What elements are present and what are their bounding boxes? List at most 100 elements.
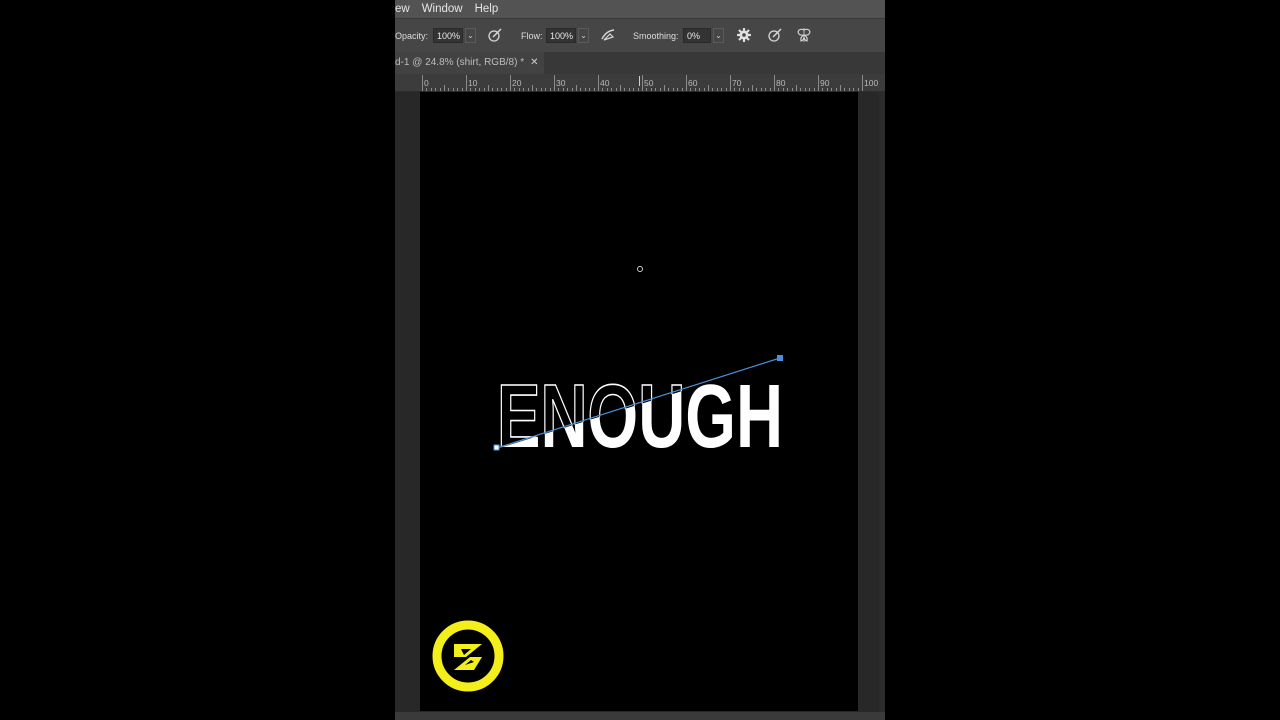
ruler-minor-tick	[840, 85, 841, 91]
ruler-minor-tick	[589, 88, 591, 91]
ruler-major-tick	[466, 75, 467, 91]
ruler-minor-tick	[527, 88, 529, 91]
ruler-minor-tick	[756, 88, 758, 91]
ruler-minor-tick	[857, 88, 859, 91]
ruler-minor-tick	[659, 88, 661, 91]
document-tab[interactable]: d-1 @ 24.8% (shirt, RGB/8) * ✕	[395, 52, 545, 74]
anchor-point-end[interactable]	[777, 355, 783, 361]
ruler-minor-tick	[624, 88, 626, 91]
ruler-major-tick	[818, 75, 819, 91]
ruler-minor-tick	[501, 88, 503, 91]
ruler-minor-tick	[562, 88, 564, 91]
pressure-size-icon[interactable]	[767, 27, 783, 43]
ruler-minor-tick	[540, 88, 542, 91]
flow-label: Flow:	[521, 31, 543, 41]
ruler-minor-tick	[505, 88, 507, 91]
ruler-tick-label: 10	[468, 78, 478, 88]
ruler-minor-tick	[444, 85, 445, 91]
ruler-minor-tick	[523, 88, 525, 91]
ruler-minor-tick	[461, 88, 463, 91]
options-bar: Opacity: 100% ⌄ Flow: 100% ⌄ Smoothing: …	[395, 18, 885, 53]
ruler-minor-tick	[796, 85, 797, 91]
ruler-minor-tick	[699, 88, 701, 91]
ruler-minor-tick	[426, 88, 428, 91]
ruler-minor-tick	[488, 85, 489, 91]
gear-icon[interactable]	[736, 27, 752, 43]
ruler-minor-tick	[668, 88, 670, 91]
ruler-minor-tick	[492, 88, 494, 91]
flow-field[interactable]: 100%	[546, 28, 576, 43]
horizontal-ruler[interactable]: 0 10 20 30 40 50 60 70 80 90 100	[395, 74, 885, 92]
airbrush-icon[interactable]	[600, 27, 616, 43]
smoothing-dropdown[interactable]: ⌄	[713, 28, 724, 43]
opacity-field[interactable]: 100%	[433, 28, 463, 43]
ruler-minor-tick	[804, 88, 806, 91]
horizontal-scrollbar[interactable]	[395, 712, 885, 720]
ruler-minor-tick	[532, 85, 533, 91]
ruler-tick-label: 0	[424, 78, 429, 88]
ruler-minor-tick	[778, 88, 780, 91]
menu-item-help[interactable]: Help	[475, 3, 499, 15]
document-tab-row: d-1 @ 24.8% (shirt, RGB/8) * ✕	[395, 52, 885, 74]
ruler-minor-tick	[782, 88, 784, 91]
ruler-major-tick	[598, 75, 599, 91]
brush-cursor	[637, 266, 643, 272]
ruler-minor-tick	[549, 88, 551, 91]
flow-dropdown[interactable]: ⌄	[578, 28, 589, 43]
headline-text-art[interactable]: ENOUGH ENOUGH	[493, 352, 788, 454]
ruler-minor-tick	[800, 88, 802, 91]
ruler-minor-tick	[738, 88, 740, 91]
ruler-minor-tick	[734, 88, 736, 91]
ruler-minor-tick	[664, 85, 665, 91]
ruler-minor-tick	[831, 88, 833, 91]
ruler-minor-tick	[721, 88, 723, 91]
anchor-point-start[interactable]	[493, 444, 500, 451]
ruler-minor-tick	[637, 88, 639, 91]
ruler-major-tick	[730, 75, 731, 91]
ruler-minor-tick	[694, 88, 696, 91]
ruler-minor-tick	[725, 88, 727, 91]
ruler-minor-tick	[457, 88, 459, 91]
menu-item-window[interactable]: Window	[422, 3, 463, 15]
ruler-minor-tick	[747, 88, 749, 91]
ruler-minor-tick	[620, 85, 621, 91]
ruler-minor-tick	[826, 88, 828, 91]
ruler-minor-tick	[558, 88, 560, 91]
ruler-tick-label: 20	[512, 78, 522, 88]
ruler-minor-tick	[430, 88, 432, 91]
ruler-minor-tick	[611, 88, 613, 91]
ruler-minor-tick	[628, 88, 630, 91]
ruler-minor-tick	[474, 88, 476, 91]
ruler-minor-tick	[848, 88, 850, 91]
ruler-tick-label: 80	[776, 78, 786, 88]
symmetry-icon[interactable]	[796, 27, 812, 43]
ruler-minor-tick	[580, 88, 582, 91]
ruler-minor-tick	[576, 85, 577, 91]
ruler-minor-tick	[496, 88, 498, 91]
menu-item-view[interactable]: ew	[395, 3, 410, 15]
ruler-minor-tick	[571, 88, 573, 91]
ruler-minor-tick	[646, 88, 648, 91]
ruler-minor-tick	[681, 88, 683, 91]
ruler-major-tick	[642, 75, 643, 91]
ruler-minor-tick	[787, 88, 789, 91]
vertical-scrollbar[interactable]	[879, 92, 885, 712]
ruler-minor-tick	[606, 88, 608, 91]
ruler-minor-tick	[567, 88, 569, 91]
ruler-minor-tick	[536, 88, 538, 91]
ruler-minor-tick	[822, 88, 824, 91]
close-icon[interactable]: ✕	[530, 57, 538, 68]
ruler-minor-tick	[760, 88, 762, 91]
ruler-minor-tick	[452, 88, 454, 91]
smoothing-field[interactable]: 0%	[683, 28, 711, 43]
ruler-minor-tick	[615, 88, 617, 91]
ruler-minor-tick	[752, 85, 753, 91]
ruler-cursor-marker	[639, 76, 640, 86]
ruler-minor-tick	[703, 88, 705, 91]
opacity-dropdown[interactable]: ⌄	[465, 28, 476, 43]
ruler-minor-tick	[791, 88, 793, 91]
pressure-opacity-icon[interactable]	[487, 27, 503, 43]
opacity-label: Opacity:	[395, 31, 429, 41]
ruler-minor-tick	[545, 88, 547, 91]
ruler-major-tick	[554, 75, 555, 91]
